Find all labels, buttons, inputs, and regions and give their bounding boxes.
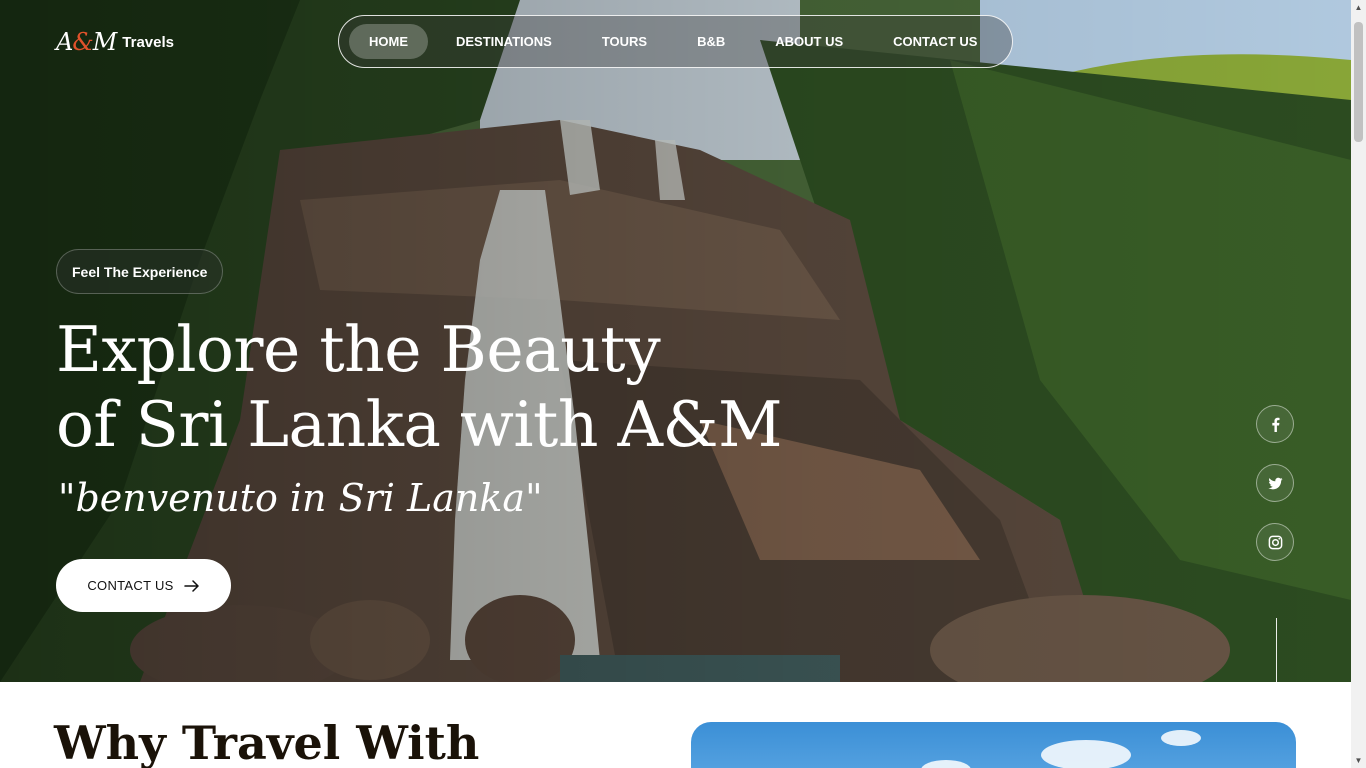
nav-item-home[interactable]: HOME: [349, 24, 428, 59]
scroll-thumb[interactable]: [1354, 22, 1363, 142]
nav-item-destinations[interactable]: DESTINATIONS: [436, 24, 572, 59]
nav-item-bnb[interactable]: B&B: [677, 24, 745, 59]
why-travel-image: [691, 722, 1296, 768]
twitter-icon: [1267, 477, 1283, 489]
hero-headline-line2: of Sri Lanka with A&M: [56, 388, 783, 461]
contact-us-button-label: CONTACT US: [87, 578, 174, 593]
hero-headline-line1: Explore the Beauty: [56, 313, 661, 386]
site-logo[interactable]: A&M Travels: [56, 28, 174, 56]
nav-item-about-us[interactable]: ABOUT US: [755, 24, 863, 59]
logo-text: Travels: [122, 33, 175, 51]
contact-us-button[interactable]: CONTACT US: [56, 559, 231, 612]
hero-tagline-pill: Feel The Experience: [56, 249, 224, 294]
instagram-icon: [1268, 535, 1282, 549]
twitter-link[interactable]: [1256, 464, 1294, 502]
scroll-up-arrow-icon[interactable]: ▲: [1351, 0, 1366, 15]
nav-item-contact-us[interactable]: CONTACT US: [873, 24, 997, 59]
logo-mark: A&M: [56, 28, 117, 56]
main-navigation: HOME DESTINATIONS TOURS B&B ABOUT US CON…: [338, 15, 1013, 68]
hero-subline: "benvenuto in Sri Lanka": [58, 476, 543, 520]
facebook-icon: [1271, 417, 1280, 432]
nav-item-tours[interactable]: TOURS: [582, 24, 667, 59]
facebook-link[interactable]: [1256, 405, 1294, 443]
hero-section: A&M Travels HOME DESTINATIONS TOURS B&B …: [0, 0, 1351, 682]
why-travel-heading: Why Travel With: [54, 716, 480, 768]
instagram-link[interactable]: [1256, 523, 1294, 561]
page-scrollbar[interactable]: ▲ ▼: [1351, 0, 1366, 768]
hero-headline: Explore the Beauty of Sri Lanka with A&M: [56, 312, 816, 462]
scroll-down-arrow-icon[interactable]: ▼: [1351, 753, 1366, 768]
arrow-right-icon: [183, 579, 199, 592]
